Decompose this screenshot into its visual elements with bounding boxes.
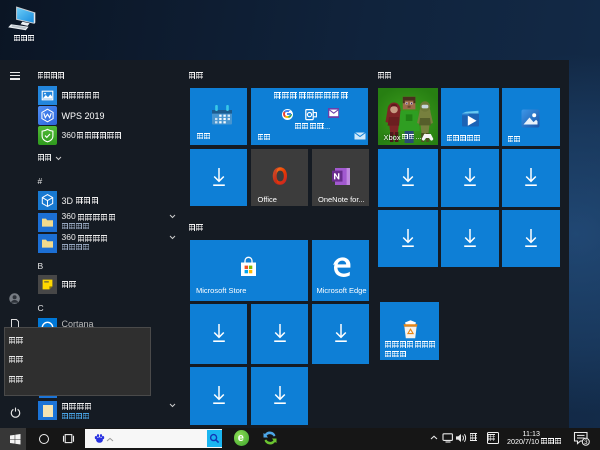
svg-text:3: 3 [584, 439, 588, 446]
